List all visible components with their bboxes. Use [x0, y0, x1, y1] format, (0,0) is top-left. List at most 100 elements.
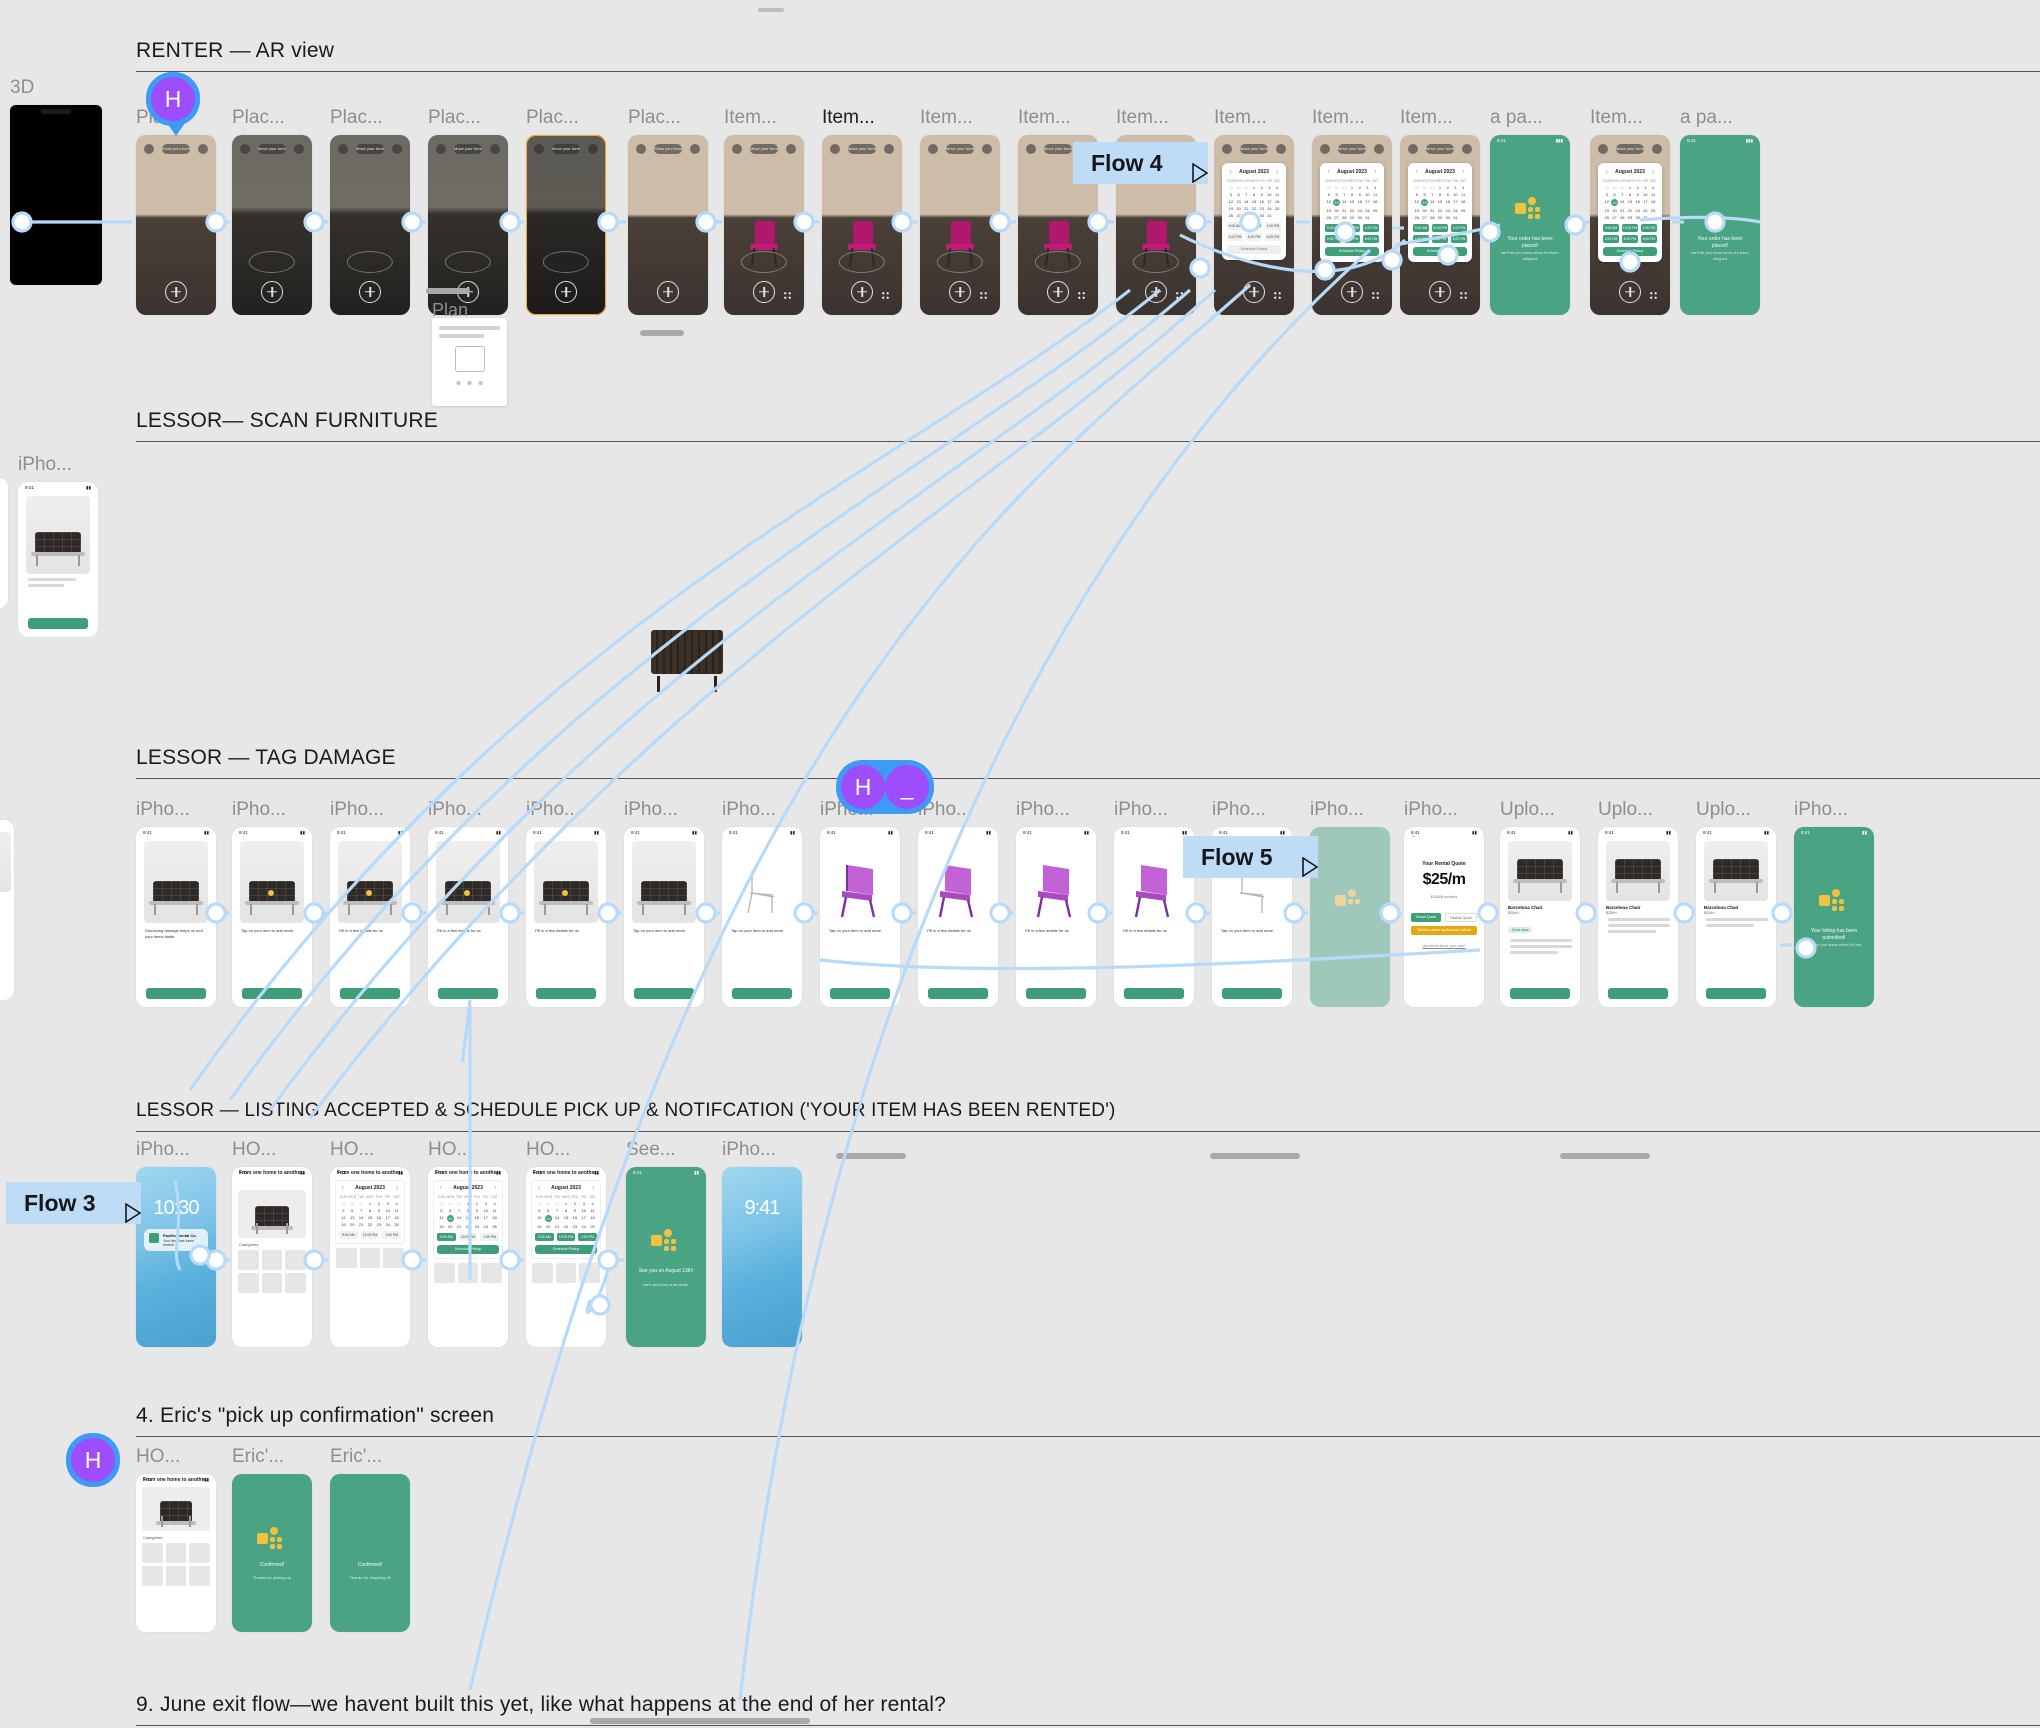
next-month-icon[interactable]: ›	[1374, 169, 1376, 175]
frame-see-you[interactable]: See... 9:41 ▮▮ See you on August 13th! we…	[626, 1140, 706, 1347]
screen-lockscreen[interactable]: 10:30 Pacific Rental Co. Your item has b…	[136, 1166, 216, 1347]
add-icon[interactable]	[1243, 280, 1265, 303]
grid-icon[interactable]	[979, 290, 988, 300]
scan-instruction-card[interactable]	[432, 318, 507, 406]
time-slot[interactable]: 1:00 PM	[1641, 223, 1657, 232]
time-slot[interactable]: 2:00 PM	[1227, 232, 1243, 241]
screen-see-you[interactable]: 9:41 ▮▮ See you on August 13th! we'll sen…	[626, 1166, 706, 1347]
back-icon[interactable]	[1320, 143, 1330, 154]
frame-home-1[interactable]: HO... 9:41 ▮▮ From one home to another. C…	[232, 1140, 312, 1347]
time-slot[interactable]: 1:00 PM	[1451, 223, 1467, 232]
frame-offscreen-left-2[interactable]	[0, 820, 14, 1000]
time-slots[interactable]: 9:00 AM 12:00 PM 1:00 PM 2:00 PM 4:00 PM…	[1325, 223, 1379, 243]
time-slot[interactable]: 1:00 PM	[578, 1232, 597, 1241]
help-icon[interactable]	[588, 143, 598, 154]
calendar-week[interactable]: 26 27 28 29 30 31	[1325, 215, 1379, 220]
thumb[interactable]	[285, 1272, 307, 1293]
frame-tag-13[interactable]: iPho...	[1310, 800, 1390, 1007]
time-slot[interactable]: 1:00 PM	[1363, 223, 1379, 232]
screen-tag-damage[interactable]: 9:41 ▮▮ Fill in a few details for us	[330, 826, 410, 1007]
add-icon[interactable]	[949, 280, 971, 303]
help-icon[interactable]	[982, 143, 992, 154]
back-icon[interactable]	[1026, 143, 1036, 154]
time-slot[interactable]: 9:00 AM	[1227, 221, 1243, 230]
schedule-pickup-button[interactable]: Schedule Pickup	[1603, 246, 1657, 256]
frame-place-2[interactable]: Plac... Move your furniture to a differe…	[232, 108, 312, 315]
help-icon[interactable]	[198, 143, 208, 154]
grid-icon[interactable]	[881, 290, 890, 300]
frame-order-placed-2[interactable]: a pa... 9:41 ▮▮▮ Your order has been plac…	[1680, 108, 1760, 315]
frame-tag-1[interactable]: iPho... 9:41 ▮▮ Disclosing damage helps u…	[136, 800, 216, 1007]
flow-4-badge[interactable]: Flow 4	[1073, 142, 1208, 184]
play-icon[interactable]	[110, 1193, 141, 1223]
add-icon[interactable]	[1145, 280, 1167, 303]
screen-submitted-faded[interactable]	[1310, 826, 1390, 1007]
calendar-week[interactable]: 19 20 21 22 23 24 25	[1325, 208, 1379, 213]
calendar-card[interactable]: ‹ August 2023 › SUN MON TUE WED THU FRI SAT 29 30…	[335, 1179, 405, 1244]
calendar-card[interactable]: ‹ August 2023 › SUN MON TUE WED THU FRI SAT 29 30…	[531, 1179, 601, 1259]
calendar-week[interactable]: 26 27 28 29 30 31	[1227, 213, 1281, 218]
frame-offscreen-left[interactable]	[0, 478, 8, 608]
screen-order-placed[interactable]: 9:41 ▮▮▮ Your order has been placed! we'l…	[1680, 134, 1760, 315]
screen-home-calendar[interactable]: 9:41 ▮▮ From one home to another. ‹ August…	[428, 1166, 508, 1347]
grid-icon[interactable]	[1175, 290, 1184, 300]
frame-item-5[interactable]: Item... Move your furniture to a differe…	[1116, 108, 1196, 315]
thumb[interactable]	[481, 1262, 503, 1283]
primary-cta[interactable]	[928, 987, 988, 999]
time-slots[interactable]: 9:00 AM 12:00 PM 1:00 PM	[437, 1232, 499, 1241]
frame-scrollbar[interactable]	[640, 330, 684, 336]
time-slot[interactable]: 12:00 PM	[458, 1232, 478, 1241]
quote-question-link[interactable]: Questions about your rate?	[1404, 944, 1484, 948]
prev-month-icon[interactable]: ‹	[1606, 169, 1608, 175]
calendar-card[interactable]: ‹ August 2023 › SUN MON TUE WED THU FRI SAT 29…	[1408, 162, 1472, 262]
screen-lockscreen[interactable]: 9:41	[722, 1166, 802, 1347]
calendar-week[interactable]: 26 27 28 29 30 31	[1413, 215, 1467, 220]
phone-3d-preview[interactable]	[10, 104, 102, 285]
thumb[interactable]	[142, 1542, 163, 1563]
time-slot[interactable]: 9:00 AM	[535, 1232, 554, 1241]
screen-ar-place[interactable]: Show your furniture	[628, 134, 708, 315]
calendar-week[interactable]: 29 30 31 1 2 3 4	[437, 1201, 499, 1206]
time-slot[interactable]: 9:00 AM	[1325, 223, 1341, 232]
thumb[interactable]	[189, 1565, 211, 1586]
prev-month-icon[interactable]: ‹	[538, 1185, 540, 1191]
frame-item-4[interactable]: Item... Move your furniture to a differe…	[1018, 108, 1098, 315]
back-icon[interactable]	[338, 143, 348, 154]
screen-confirmed[interactable]: Confirmed! Thanks for dropping off	[330, 1473, 410, 1632]
time-slot[interactable]: 6:00 PM	[1641, 234, 1657, 243]
add-icon[interactable]	[1619, 280, 1641, 303]
screen-tag-damage[interactable]: 9:41 ▮▮ Tap on your item to add more	[232, 826, 312, 1007]
frame-tag-3[interactable]: iPho... 9:41 ▮▮ Fill in a few details for…	[330, 800, 410, 1007]
frame-place-3[interactable]: Plac... Move your furniture to a differe…	[330, 108, 410, 315]
frame-scrollbar[interactable]	[836, 1153, 906, 1159]
thumb[interactable]	[359, 1247, 381, 1268]
help-icon[interactable]	[1374, 143, 1384, 154]
add-icon[interactable]	[753, 280, 775, 303]
thumb[interactable]	[434, 1262, 455, 1283]
thumb-row[interactable]	[336, 1247, 405, 1268]
help-icon[interactable]	[1462, 143, 1472, 154]
screen-order-placed[interactable]: 9:41 ▮▮▮ Your order has been placed! we'l…	[1490, 134, 1570, 315]
thumb[interactable]	[142, 1565, 163, 1586]
thumb-row[interactable]	[142, 1565, 211, 1586]
primary-cta[interactable]	[146, 987, 206, 999]
time-slot[interactable]: 12:00 PM	[1344, 223, 1360, 232]
time-slot[interactable]: 1:00 PM	[1265, 221, 1281, 230]
frame-place-6[interactable]: Plac... Show your furniture	[628, 108, 708, 315]
hero-card[interactable]	[142, 1486, 210, 1531]
add-icon[interactable]	[261, 280, 283, 303]
thumb[interactable]	[383, 1247, 405, 1268]
calendar-week[interactable]: 5 6 7 8 9 10 11	[1325, 192, 1379, 197]
frame-place-1[interactable]: Plac... Show your furniture	[136, 108, 216, 315]
thumb[interactable]	[261, 1249, 283, 1270]
screen-tag-damage[interactable]: 9:41 ▮▮ Tap on your item to add more	[820, 826, 900, 1007]
time-slot[interactable]: 2:00 PM	[1603, 234, 1619, 243]
calendar-week[interactable]: 5 6 7 8 9 10 11	[1603, 192, 1657, 197]
grid-icon[interactable]	[783, 290, 792, 300]
primary-cta[interactable]	[732, 987, 792, 999]
thumb[interactable]	[238, 1249, 259, 1270]
schedule-pickup-button[interactable]: Schedule Pickup	[1227, 244, 1281, 254]
primary-cta[interactable]	[830, 987, 890, 999]
time-slot[interactable]: 9:00 AM	[437, 1232, 456, 1241]
time-slot[interactable]: 9:00 AM	[1413, 223, 1429, 232]
